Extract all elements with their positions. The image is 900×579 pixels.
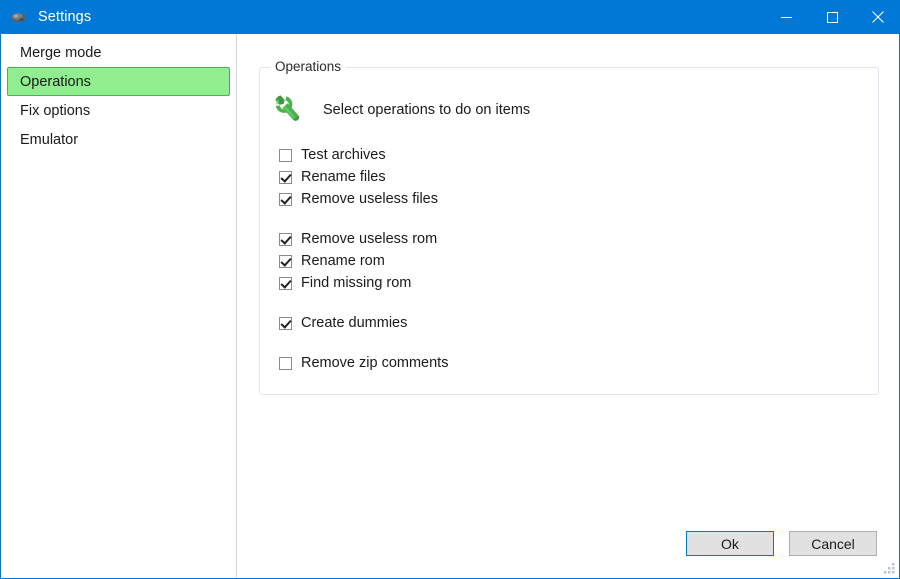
checkbox-group-rom: Remove useless rom Rename rom Find missi… — [279, 228, 839, 294]
groupbox-title: Operations — [270, 59, 346, 74]
checkbox-rename-rom[interactable] — [279, 255, 292, 268]
checkbox-remove-zip-comments[interactable] — [279, 357, 292, 370]
dialog-buttons: Ok Cancel — [686, 531, 877, 556]
maximize-icon[interactable] — [809, 0, 855, 34]
checkbox-row-remove-useless-files[interactable]: Remove useless files — [279, 188, 839, 210]
sidebar-item-label: Emulator — [20, 132, 78, 148]
title-bar: Settings — [1, 0, 900, 34]
checkbox-test-archives[interactable] — [279, 149, 292, 162]
checkbox-group-zip: Remove zip comments — [279, 352, 839, 374]
ok-button[interactable]: Ok — [686, 531, 774, 556]
sidebar-item-merge-mode[interactable]: Merge mode — [7, 38, 230, 67]
checkbox-label: Create dummies — [301, 315, 407, 331]
content-panel: Operations Select operations — [238, 34, 899, 578]
checkbox-label: Test archives — [301, 147, 386, 163]
checkbox-row-create-dummies[interactable]: Create dummies — [279, 312, 839, 334]
settings-window: Settings Merge mode Operations Fix op — [0, 0, 900, 579]
minimize-icon[interactable] — [763, 0, 809, 34]
window-title: Settings — [38, 10, 91, 25]
wrench-icon — [268, 89, 310, 131]
checkbox-row-find-missing-rom[interactable]: Find missing rom — [279, 272, 839, 294]
checkbox-remove-useless-rom[interactable] — [279, 233, 292, 246]
checkbox-group-dummies: Create dummies — [279, 312, 839, 334]
resize-grip[interactable] — [882, 561, 896, 575]
sidebar-item-label: Merge mode — [20, 45, 101, 61]
sidebar-item-label: Operations — [20, 74, 91, 90]
sidebar-item-fix-options[interactable]: Fix options — [7, 96, 230, 125]
checkbox-rename-files[interactable] — [279, 171, 292, 184]
checkbox-label: Find missing rom — [301, 275, 411, 291]
checkbox-remove-useless-files[interactable] — [279, 193, 292, 206]
checkbox-label: Remove useless files — [301, 191, 438, 207]
app-icon — [10, 7, 30, 27]
checkbox-find-missing-rom[interactable] — [279, 277, 292, 290]
groupbox-header: Select operations to do on items — [268, 89, 530, 131]
operations-checkbox-list: Test archives Rename files Remove useles… — [279, 144, 839, 374]
checkbox-group-files: Test archives Rename files Remove useles… — [279, 144, 839, 210]
checkbox-row-remove-zip-comments[interactable]: Remove zip comments — [279, 352, 839, 374]
checkbox-label: Remove zip comments — [301, 355, 448, 371]
checkbox-row-test-archives[interactable]: Test archives — [279, 144, 839, 166]
checkbox-row-rename-rom[interactable]: Rename rom — [279, 250, 839, 272]
checkbox-label: Remove useless rom — [301, 231, 437, 247]
operations-groupbox: Operations Select operations — [259, 67, 879, 395]
close-icon[interactable] — [855, 0, 900, 34]
sidebar-item-operations[interactable]: Operations — [7, 67, 230, 96]
sidebar-item-emulator[interactable]: Emulator — [7, 125, 230, 154]
sidebar: Merge mode Operations Fix options Emulat… — [1, 34, 237, 578]
checkbox-row-remove-useless-rom[interactable]: Remove useless rom — [279, 228, 839, 250]
checkbox-label: Rename rom — [301, 253, 385, 269]
window-controls — [763, 0, 900, 34]
groupbox-header-text: Select operations to do on items — [323, 102, 530, 118]
sidebar-item-label: Fix options — [20, 103, 90, 119]
cancel-button[interactable]: Cancel — [789, 531, 877, 556]
checkbox-row-rename-files[interactable]: Rename files — [279, 166, 839, 188]
checkbox-create-dummies[interactable] — [279, 317, 292, 330]
checkbox-label: Rename files — [301, 169, 386, 185]
